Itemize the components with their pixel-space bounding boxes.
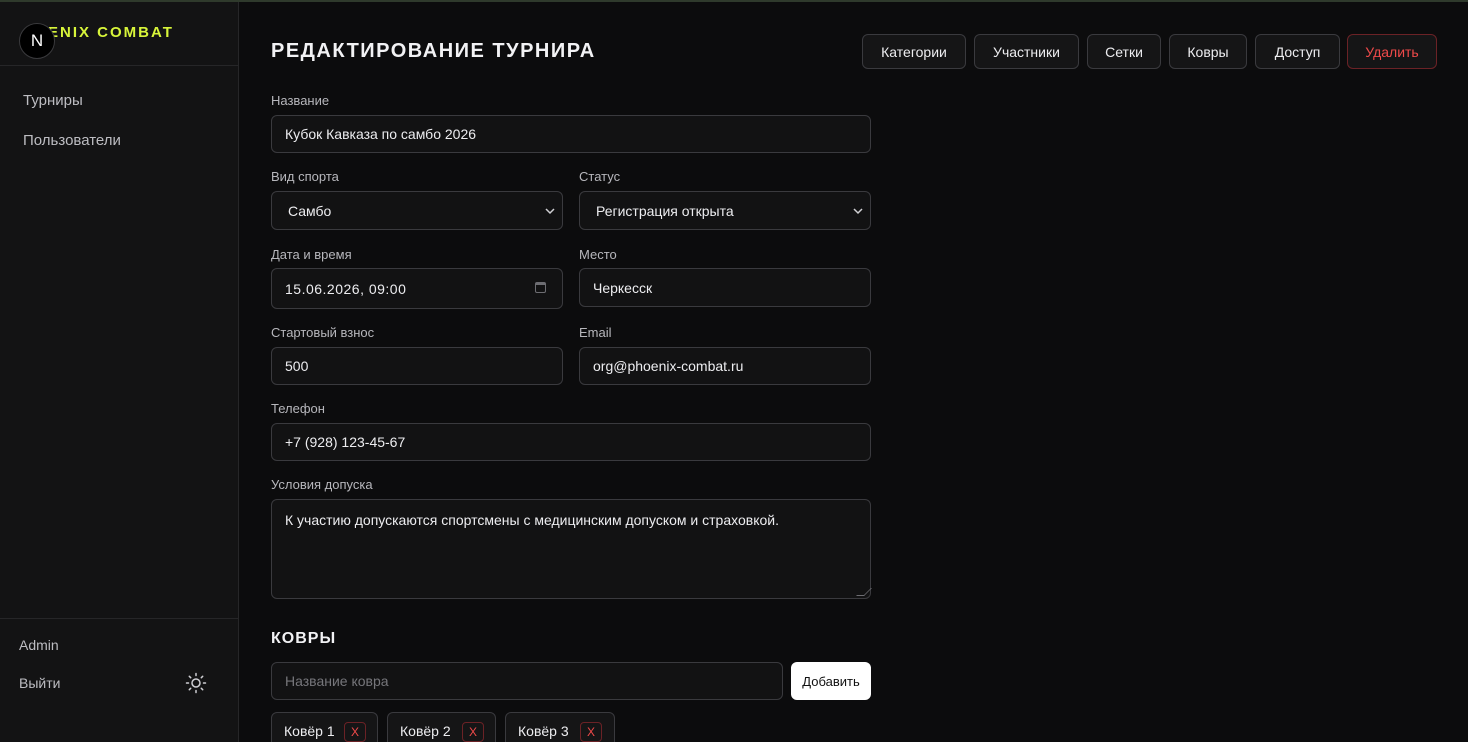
place-input[interactable]: Черкесск: [579, 268, 871, 307]
sidebar-item-users[interactable]: Пользователи: [23, 132, 121, 149]
mat-name: Ковёр 2: [400, 723, 451, 739]
datetime-label: Дата и время: [271, 247, 352, 262]
email-value: org@phoenix-combat.ru: [593, 358, 744, 374]
sidebar: ENIX COMBAT N Турниры Пользователи Admin…: [0, 2, 239, 742]
sidebar-item-tournaments[interactable]: Турниры: [23, 92, 83, 109]
sidebar-footer: Admin Выйти: [0, 618, 238, 742]
access-button[interactable]: Доступ: [1255, 34, 1340, 69]
conditions-value: К участию допускаются спортсмены с медиц…: [285, 512, 779, 528]
datetime-value: 15.06.2026, 09:00: [285, 280, 407, 297]
name-label: Название: [271, 93, 330, 108]
phone-input[interactable]: +7 (928) 123-45-67: [271, 423, 871, 461]
brand-name: ENIX COMBAT: [48, 24, 174, 41]
participants-button[interactable]: Участники: [974, 34, 1079, 69]
conditions-textarea[interactable]: К участию допускаются спортсмены с медиц…: [271, 499, 872, 599]
mat-name: Ковёр 1: [284, 723, 335, 739]
sport-value: Самбо: [288, 202, 332, 219]
calendar-icon[interactable]: [535, 282, 546, 293]
mat-chip: Ковёр 2 X: [387, 712, 496, 742]
datetime-input[interactable]: 15.06.2026, 09:00: [271, 268, 563, 309]
sun-icon[interactable]: [185, 672, 207, 694]
current-user: Admin: [19, 637, 59, 653]
name-value: Кубок Кавказа по самбо 2026: [285, 126, 477, 142]
mat-chip: Ковёр 1 X: [271, 712, 378, 742]
categories-button[interactable]: Категории: [862, 34, 966, 69]
remove-mat-button[interactable]: X: [344, 722, 366, 742]
mat-name-input[interactable]: Название ковра: [271, 662, 783, 700]
brackets-button[interactable]: Сетки: [1087, 34, 1161, 69]
name-input[interactable]: Кубок Кавказа по самбо 2026: [271, 115, 871, 153]
sport-label: Вид спорта: [271, 169, 339, 184]
remove-mat-button[interactable]: X: [462, 722, 484, 742]
mats-section-title: КОВРЫ: [271, 630, 337, 647]
phone-value: +7 (928) 123-45-67: [285, 434, 406, 450]
page-title: РЕДАКТИРОВАНИЕ ТУРНИРА: [271, 40, 596, 62]
status-select[interactable]: Регистрация открыта: [579, 191, 871, 230]
email-label: Email: [579, 325, 612, 340]
logo-avatar[interactable]: N: [19, 23, 55, 59]
logout-link[interactable]: Выйти: [19, 675, 60, 691]
sport-select[interactable]: Самбо: [271, 191, 563, 230]
mats-button[interactable]: Ковры: [1169, 34, 1247, 69]
chevron-down-icon: [853, 208, 863, 215]
conditions-label: Условия допуска: [271, 477, 373, 492]
fee-label: Стартовый взнос: [271, 325, 375, 340]
mat-name: Ковёр 3: [518, 723, 569, 739]
place-label: Место: [579, 247, 617, 262]
fee-value: 500: [285, 358, 309, 374]
fee-input[interactable]: 500: [271, 347, 563, 385]
remove-mat-button[interactable]: X: [580, 722, 602, 742]
place-value: Черкесск: [593, 279, 653, 296]
delete-button[interactable]: Удалить: [1347, 34, 1437, 69]
email-input[interactable]: org@phoenix-combat.ru: [579, 347, 871, 385]
status-value: Регистрация открыта: [596, 202, 734, 219]
mat-name-placeholder: Название ковра: [285, 673, 389, 689]
brand: ENIX COMBAT N: [0, 2, 238, 66]
add-mat-button[interactable]: Добавить: [791, 662, 871, 700]
mat-chip: Ковёр 3 X: [505, 712, 615, 742]
phone-label: Телефон: [271, 401, 325, 416]
chevron-down-icon: [545, 208, 555, 215]
status-label: Статус: [579, 169, 621, 184]
resize-handle[interactable]: [856, 588, 872, 596]
